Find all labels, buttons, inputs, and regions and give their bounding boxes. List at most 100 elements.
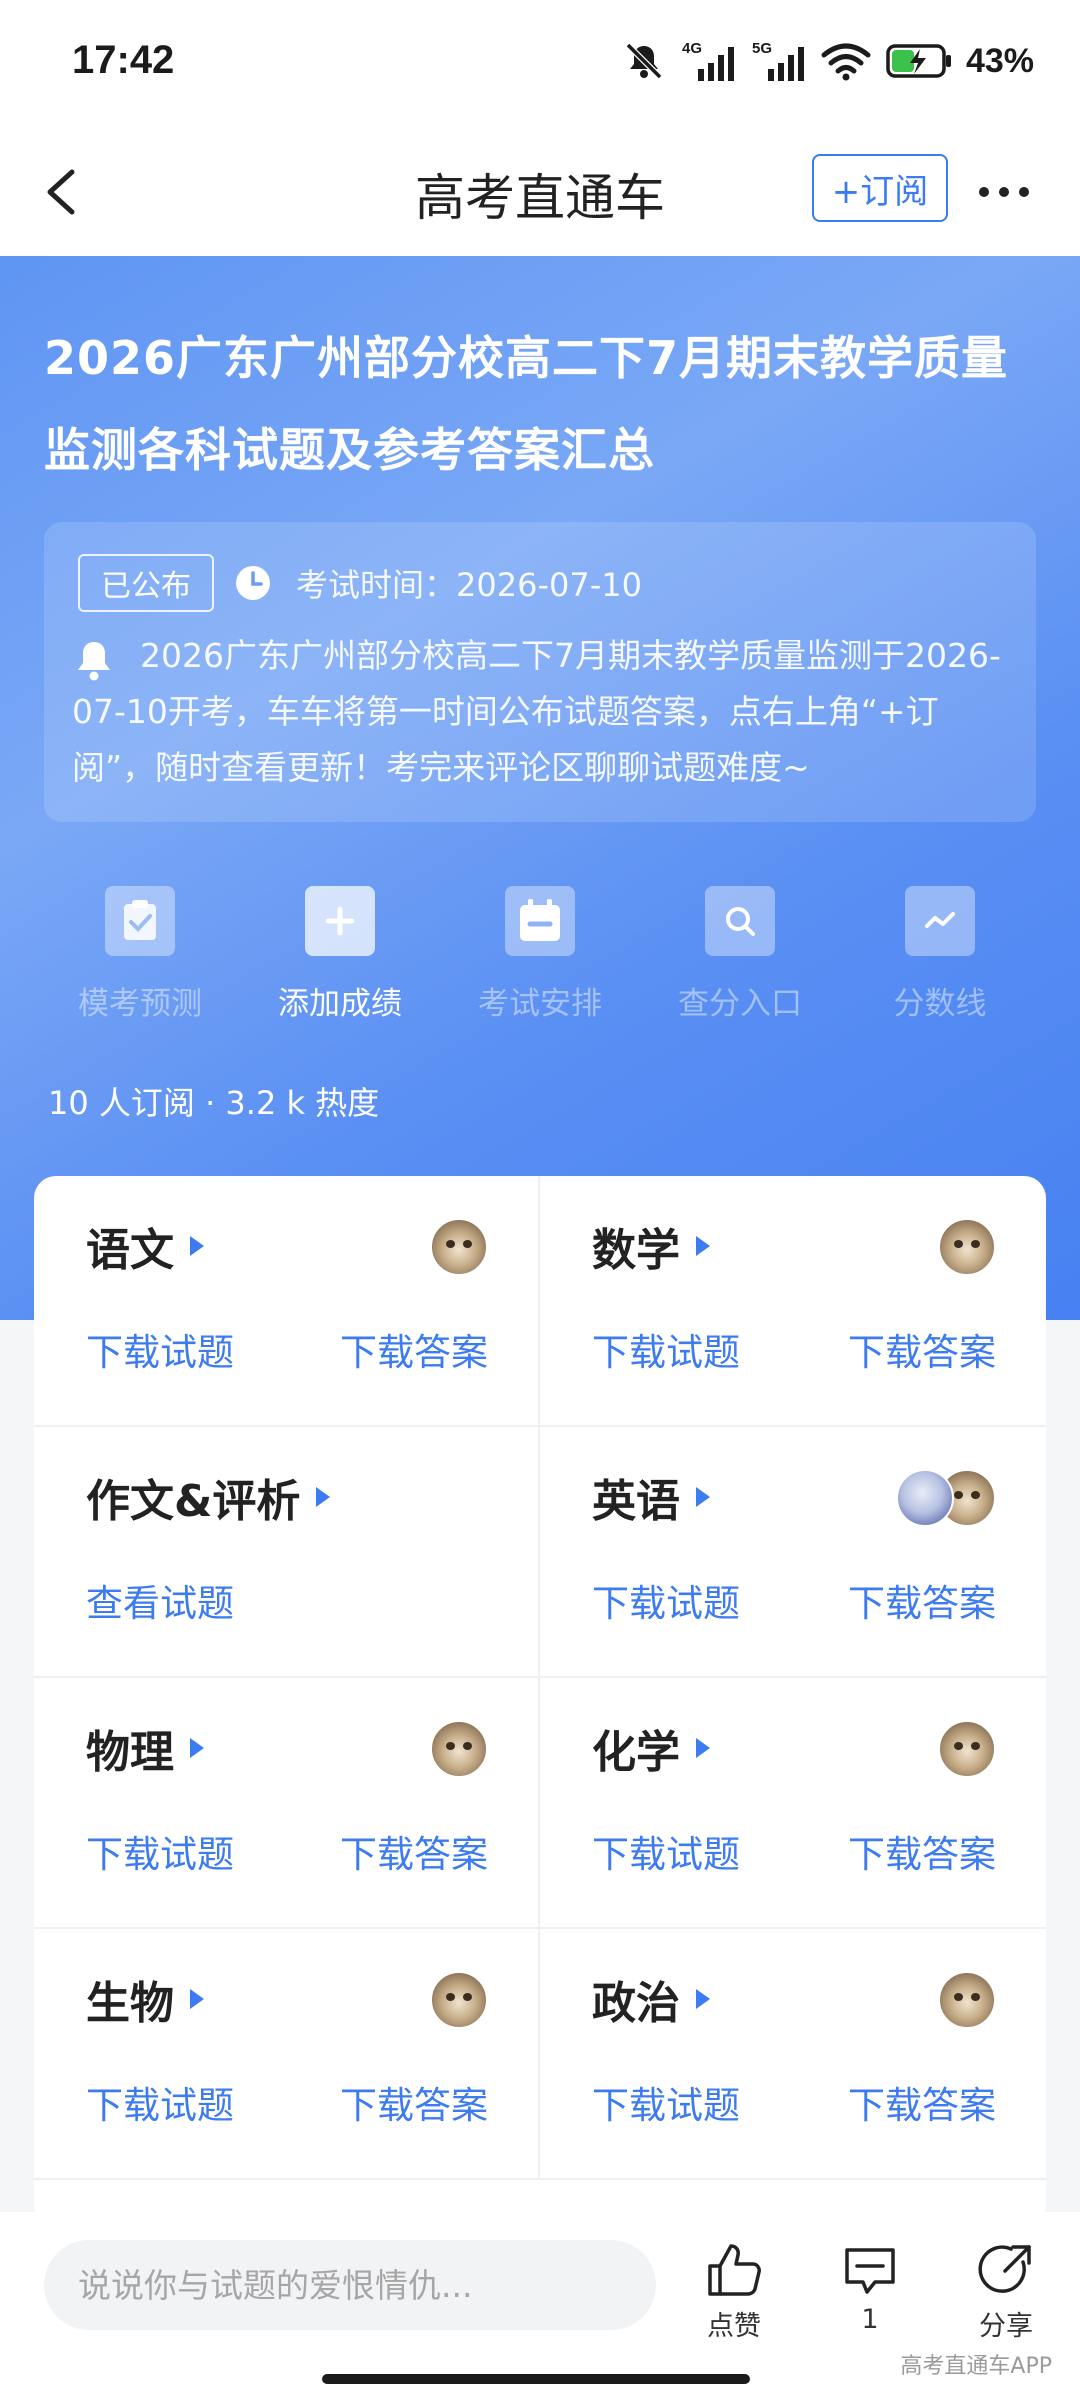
subject-header[interactable]: 语文 — [86, 1214, 206, 1278]
subject-header[interactable]: 政治 — [592, 1967, 712, 2031]
home-indicator[interactable] — [322, 2374, 750, 2384]
subject-header[interactable]: 生物 — [86, 1967, 206, 2031]
download-answer-link[interactable]: 下载答案 — [848, 1322, 996, 1376]
avatar — [938, 1971, 996, 2029]
download-paper-link[interactable]: 下载试题 — [592, 1322, 740, 1376]
download-paper-link[interactable]: 下载试题 — [592, 2075, 740, 2129]
play-arrow-icon — [316, 1487, 331, 1507]
clipboard-check-icon — [105, 886, 175, 956]
download-paper-link[interactable]: 下载试题 — [592, 1824, 740, 1878]
subject-name: 物理 — [86, 1727, 174, 1778]
comment-button[interactable]: 1 — [820, 2242, 920, 2352]
play-arrow-icon — [696, 1989, 710, 2009]
trend-line-icon — [905, 886, 975, 956]
avatar — [430, 1971, 488, 2029]
download-answer-link[interactable]: 下载答案 — [848, 1573, 996, 1627]
quick-action-label: 模考预测 — [78, 986, 202, 1022]
quick-action-score-query[interactable]: 查分入口 — [642, 886, 838, 1036]
quick-action-mock-forecast[interactable]: 模考预测 — [42, 886, 238, 1036]
play-arrow-icon — [696, 1236, 710, 1256]
subject-name: 政治 — [592, 1978, 680, 2029]
share-icon — [978, 2245, 1031, 2293]
bottom-bar: 点赞 1 分享 高考直通车APP — [0, 2212, 1080, 2400]
like-button[interactable]: 点赞 — [684, 2242, 784, 2352]
like-label: 点赞 — [707, 2311, 761, 2342]
subject-actions: 下载试题 下载答案 — [86, 2075, 488, 2129]
notice-text: 2026广东广州部分校高二下7月期末教学质量监测于2026-07-10开考，车车… — [72, 636, 1001, 787]
battery-charging-icon — [886, 44, 951, 78]
quick-actions: 模考预测 添加成绩 考试安排 查分入口 分数线 — [0, 886, 1080, 1036]
exam-title: 2026广东广州部分校高二下7月期末教学质量监测各科试题及参考答案汇总 — [44, 331, 1009, 477]
avatar-group — [938, 1971, 996, 2029]
subject-cell-politics: 政治 下载试题 下载答案 — [540, 1929, 1046, 2180]
subject-actions: 下载试题 下载答案 — [592, 1573, 996, 1627]
subject-header[interactable]: 物理 — [86, 1716, 206, 1780]
download-answer-link[interactable]: 下载答案 — [340, 1322, 488, 1376]
play-arrow-icon — [190, 1738, 204, 1758]
exam-hero: 2026广东广州部分校高二下7月期末教学质量监测各科试题及参考答案汇总 已公布 … — [0, 256, 1080, 1320]
quick-action-add-score[interactable]: 添加成绩 — [242, 886, 438, 1036]
subject-card: 语文 下载试题 下载答案 数学 下载试题 下载答案 作文&评析 查看试题 英语 … — [34, 1176, 1046, 2226]
quick-action-exam-schedule[interactable]: 考试安排 — [442, 886, 638, 1036]
chevron-left-icon — [47, 169, 75, 215]
subject-name: 作文&评析 — [86, 1476, 301, 1527]
subject-header[interactable]: 作文&评析 — [86, 1465, 332, 1529]
status-bar: 17:42 4G 5G 43% — [0, 0, 1080, 128]
calendar-icon — [505, 886, 575, 956]
play-arrow-icon — [696, 1738, 710, 1758]
download-paper-link[interactable]: 下载试题 — [86, 2075, 234, 2129]
exam-time: 考试时间：2026-07-10 — [296, 566, 642, 604]
quick-action-label: 添加成绩 — [278, 986, 402, 1022]
avatar — [896, 1469, 954, 1527]
share-label: 分享 — [979, 2311, 1033, 2342]
more-button[interactable] — [974, 168, 1034, 216]
avatar — [938, 1218, 996, 1276]
app-watermark: 高考直通车APP — [900, 2354, 1052, 2379]
download-paper-link[interactable]: 下载试题 — [86, 1824, 234, 1878]
subscribe-button[interactable]: +订阅 — [812, 154, 948, 222]
download-paper-link[interactable]: 下载试题 — [86, 1322, 234, 1376]
quick-action-cutoff-line[interactable]: 分数线 — [842, 886, 1038, 1036]
avatar-group — [430, 1971, 488, 2029]
subject-name: 数学 — [592, 1225, 680, 1276]
search-icon — [705, 886, 775, 956]
comment-input[interactable] — [44, 2240, 656, 2330]
subject-name: 语文 — [86, 1225, 174, 1276]
comment-icon — [845, 2248, 895, 2294]
subject-header[interactable]: 英语 — [592, 1465, 712, 1529]
download-answer-link[interactable]: 下载答案 — [848, 2075, 996, 2129]
plus-icon — [305, 886, 375, 956]
quick-action-label: 分数线 — [893, 986, 987, 1022]
download-paper-link[interactable]: 下载试题 — [592, 1573, 740, 1627]
status-badge: 已公布 — [78, 554, 214, 612]
subject-cell-physics: 物理 下载试题 下载答案 — [34, 1678, 540, 1929]
subject-header[interactable]: 化学 — [592, 1716, 712, 1780]
avatar-group — [896, 1469, 996, 1527]
subject-actions: 查看试题 — [86, 1573, 488, 1627]
battery-percent: 43% — [965, 41, 1034, 80]
share-button[interactable]: 分享 — [956, 2242, 1056, 2352]
subject-header[interactable]: 数学 — [592, 1214, 712, 1278]
view-paper-link[interactable]: 查看试题 — [86, 1573, 234, 1627]
avatar — [430, 1218, 488, 1276]
subject-cell-english: 英语 下载试题 下载答案 — [540, 1427, 1046, 1678]
avatar-group — [430, 1720, 488, 1778]
more-dots-icon — [979, 187, 1029, 197]
subject-cell-chinese: 语文 下载试题 下载答案 — [34, 1176, 540, 1427]
avatar-group — [938, 1218, 996, 1276]
download-answer-link[interactable]: 下载答案 — [340, 1824, 488, 1878]
subject-grid: 语文 下载试题 下载答案 数学 下载试题 下载答案 作文&评析 查看试题 英语 … — [34, 1176, 1046, 2180]
status-icons: 4G 5G 43% — [622, 36, 1034, 86]
subject-name: 英语 — [592, 1476, 680, 1527]
subject-cell-biology: 生物 下载试题 下载答案 — [34, 1929, 540, 2180]
subject-actions: 下载试题 下载答案 — [592, 1824, 996, 1878]
back-button[interactable] — [36, 160, 92, 224]
thumbs-up-icon — [708, 2244, 761, 2296]
wifi-icon — [821, 43, 871, 81]
signal-5g-label: 5G — [752, 40, 772, 57]
signal-4g-label: 4G — [682, 40, 702, 57]
status-time: 17:42 — [72, 38, 175, 82]
download-answer-link[interactable]: 下载答案 — [340, 2075, 488, 2129]
notice-card: 已公布 考试时间：2026-07-10 2026广东广州部分校高二下7月期末教学… — [44, 522, 1036, 822]
download-answer-link[interactable]: 下载答案 — [848, 1824, 996, 1878]
